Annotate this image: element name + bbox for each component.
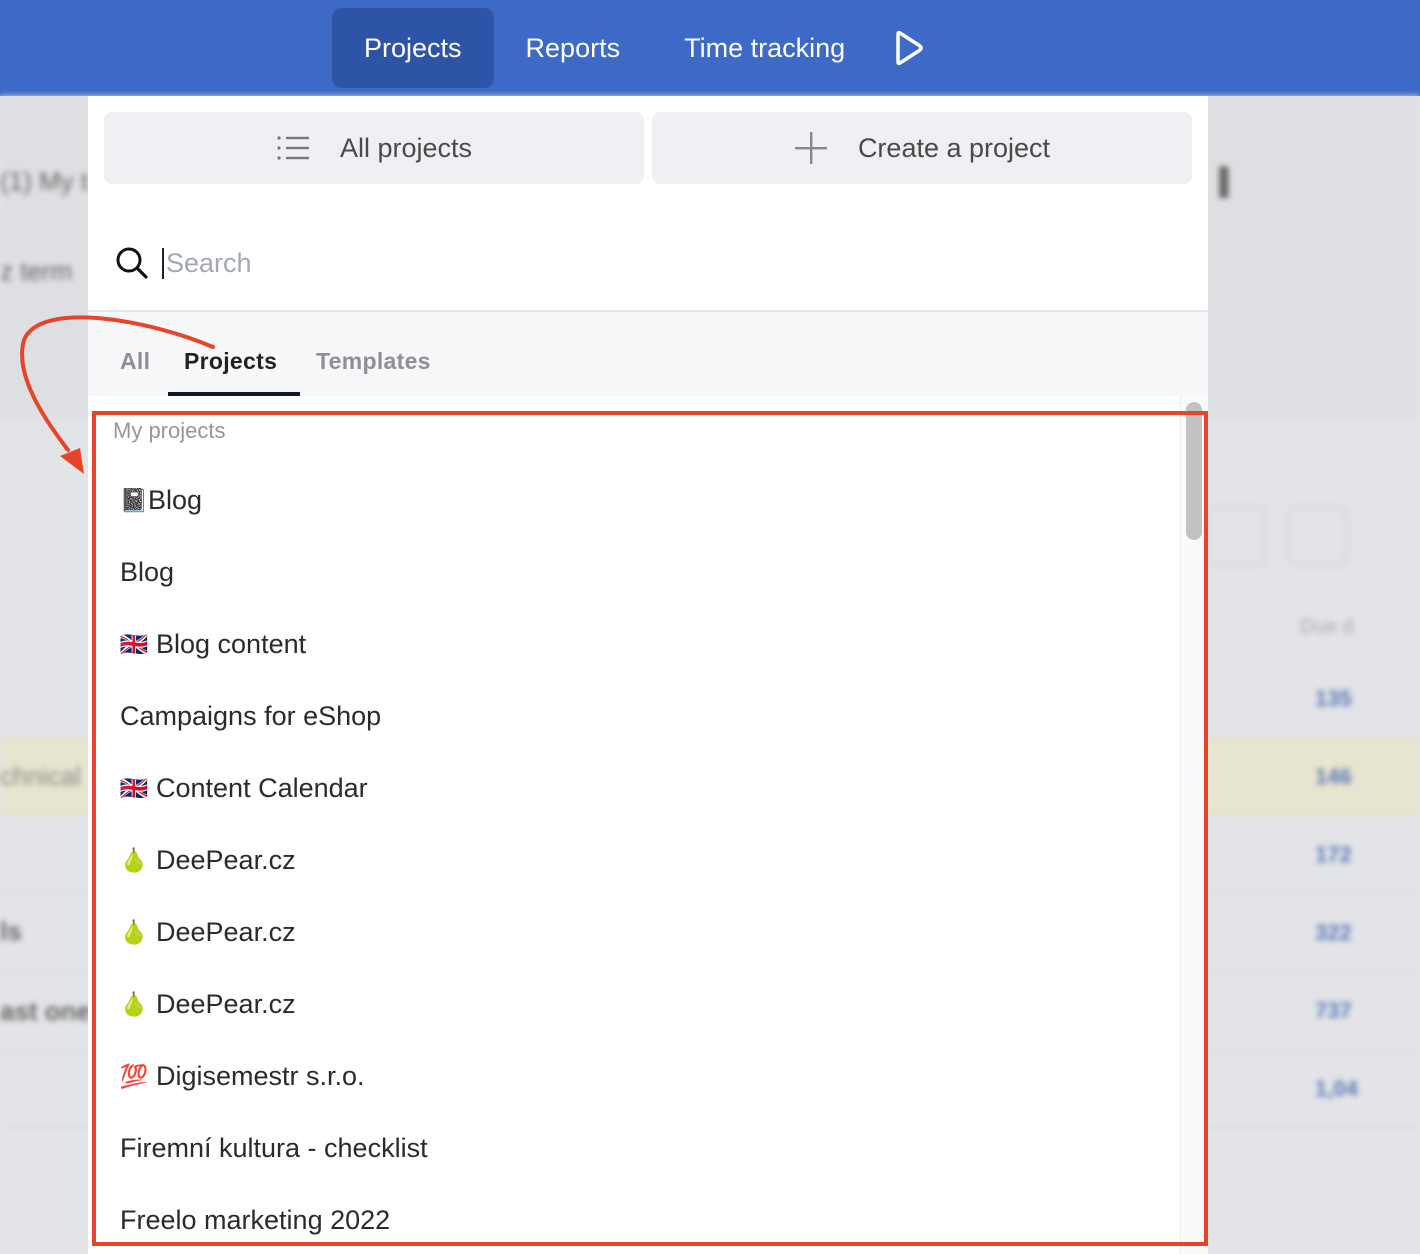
project-list: My projects 📓 Blog Blog 🇬🇧 Blog content …: [88, 396, 1208, 1254]
background-button: [1206, 506, 1266, 566]
background-subtitle: z term: [0, 256, 73, 286]
background-number: 737: [1315, 998, 1352, 1023]
background-title: (1) My t: [0, 166, 89, 196]
nav-reports[interactable]: Reports: [494, 8, 653, 88]
background-header-right: ▐: [1210, 166, 1229, 196]
uk-flag-icon: 🇬🇧: [119, 774, 149, 801]
project-name: Firemní kultura - checklist: [120, 1132, 428, 1163]
pear-icon: 🍐: [119, 918, 149, 945]
list-icon: [277, 136, 309, 160]
search-icon: [116, 247, 148, 279]
background-number: 135: [1315, 686, 1352, 711]
project-item[interactable]: Firemní kultura - checklist: [120, 1123, 428, 1173]
main-nav: Projects Reports Time tracking: [332, 8, 929, 88]
background-row-text: ls: [0, 916, 22, 946]
project-search: [88, 216, 1208, 312]
hundred-points-icon: 💯: [119, 1062, 149, 1089]
pear-icon: 🍐: [119, 990, 149, 1017]
background-number: 172: [1315, 842, 1352, 867]
project-name: Freelo marketing 2022: [120, 1204, 391, 1235]
project-item[interactable]: 🍐 DeePear.cz: [120, 907, 296, 957]
create-project-label: Create a project: [857, 132, 1051, 163]
project-name: Campaigns for eShop: [120, 700, 382, 731]
project-item[interactable]: 💯 Digisemestr s.r.o.: [120, 1051, 365, 1101]
project-item[interactable]: 🍐 DeePear.cz: [120, 979, 296, 1029]
projects-dropdown-panel: All projects Create a project All Projec…: [88, 96, 1208, 1254]
create-project-button[interactable]: Create a project: [652, 112, 1192, 184]
project-name: Content Calendar: [156, 772, 368, 803]
list-scrollbar-thumb[interactable]: [1186, 402, 1202, 540]
project-tabs: All Projects Templates: [88, 312, 1208, 396]
project-item[interactable]: 🍐 DeePear.cz: [120, 835, 296, 885]
pear-icon: 🍐: [119, 846, 149, 873]
project-item[interactable]: 🇬🇧 Content Calendar: [120, 763, 368, 813]
background-column-header: Due d: [1300, 616, 1354, 638]
project-name: Digisemestr s.r.o.: [156, 1060, 365, 1091]
notebook-icon: 📓: [119, 486, 149, 513]
project-item[interactable]: 📓 Blog: [120, 475, 202, 525]
section-label-my-projects: My projects: [113, 418, 226, 443]
project-name: DeePear.cz: [156, 916, 296, 947]
project-item[interactable]: Freelo marketing 2022: [120, 1195, 390, 1245]
all-projects-label: All projects: [339, 132, 473, 163]
nav-projects[interactable]: Projects: [332, 8, 494, 88]
background-row-text: ast one: [0, 996, 92, 1026]
background-export-button: [1288, 506, 1348, 566]
project-name: Blog: [148, 484, 203, 515]
project-name: Blog: [120, 556, 175, 587]
background-number: 146: [1315, 764, 1352, 789]
tab-projects[interactable]: Projects: [184, 348, 277, 375]
background-row-text: chnical: [0, 761, 81, 791]
nav-time-tracking[interactable]: Time tracking: [652, 8, 877, 88]
search-input[interactable]: [162, 247, 1062, 279]
plus-icon: [794, 132, 827, 164]
tab-templates[interactable]: Templates: [316, 348, 431, 375]
play-icon: [896, 30, 923, 66]
project-actions: All projects Create a project: [104, 112, 1192, 184]
project-item[interactable]: 🇬🇧 Blog content: [120, 619, 306, 669]
background-number: 1,04: [1315, 1076, 1358, 1101]
project-name: DeePear.cz: [156, 844, 296, 875]
project-name: DeePear.cz: [156, 988, 296, 1019]
tab-all[interactable]: All: [120, 348, 150, 375]
timer-play-button[interactable]: [889, 28, 929, 68]
project-name: Blog content: [156, 628, 307, 659]
project-item[interactable]: Campaigns for eShop: [120, 691, 381, 741]
top-navigation-bar: Projects Reports Time tracking: [0, 0, 1420, 96]
uk-flag-icon: 🇬🇧: [119, 630, 149, 657]
all-projects-button[interactable]: All projects: [104, 112, 644, 184]
background-number: 322: [1315, 920, 1352, 945]
project-item[interactable]: Blog: [120, 547, 174, 597]
